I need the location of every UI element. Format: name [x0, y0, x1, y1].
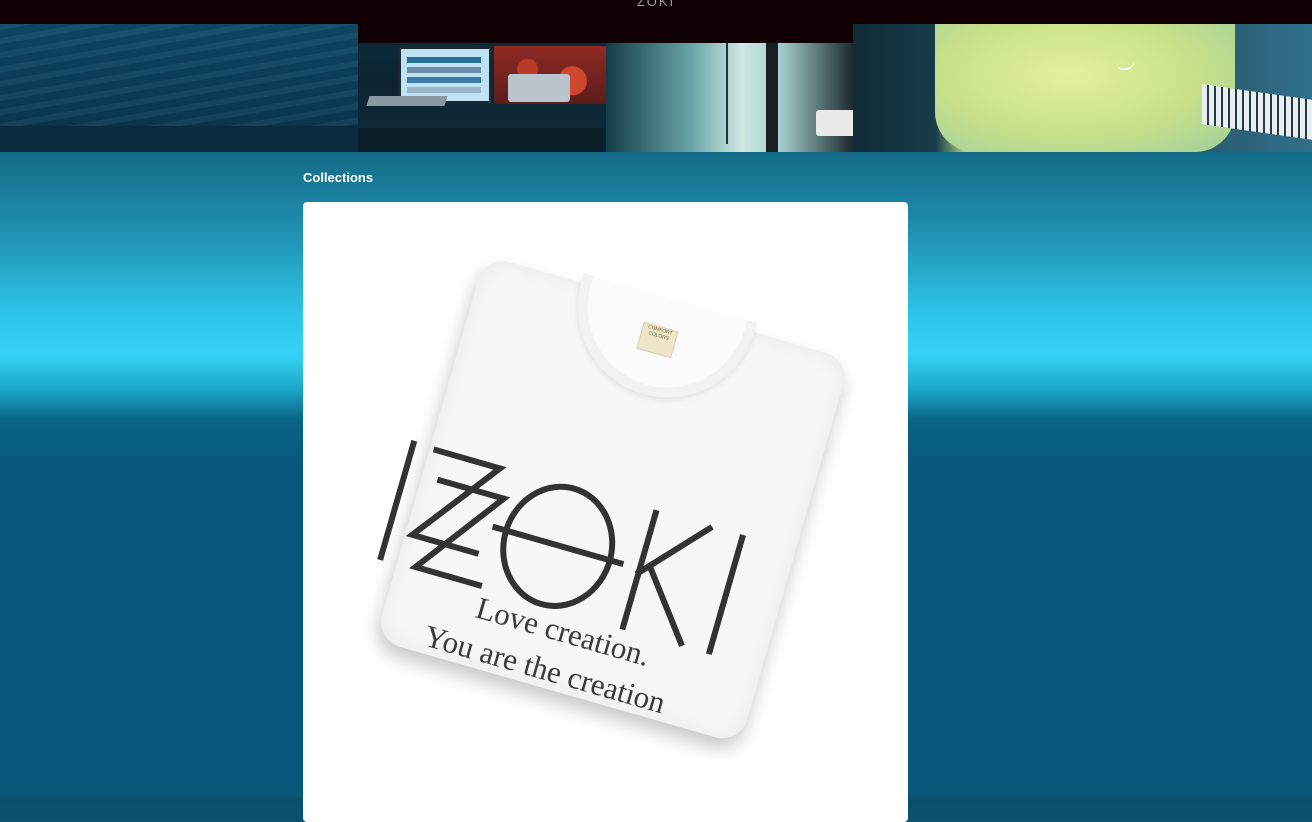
header-overlay — [358, 24, 853, 43]
hero-banner — [0, 24, 1312, 152]
person-shirt-image — [935, 24, 1235, 152]
collections-heading: Collections — [303, 170, 374, 185]
site-title[interactable]: ZOKI — [0, 0, 1312, 9]
table-edge — [0, 126, 358, 152]
keyboard-image — [366, 96, 448, 106]
audio-interface-image — [508, 74, 570, 102]
amp-image — [816, 110, 853, 136]
desk-image — [358, 128, 606, 152]
hero-panel-fabric — [0, 24, 358, 152]
hero-panel-person — [853, 24, 1312, 152]
hero-panel-studio-desk — [358, 24, 606, 152]
top-bar: ZOKI — [0, 0, 1312, 24]
cable-image — [726, 34, 728, 144]
mic-stand-image — [766, 24, 778, 152]
hero-panel-studio-gear — [606, 24, 853, 152]
